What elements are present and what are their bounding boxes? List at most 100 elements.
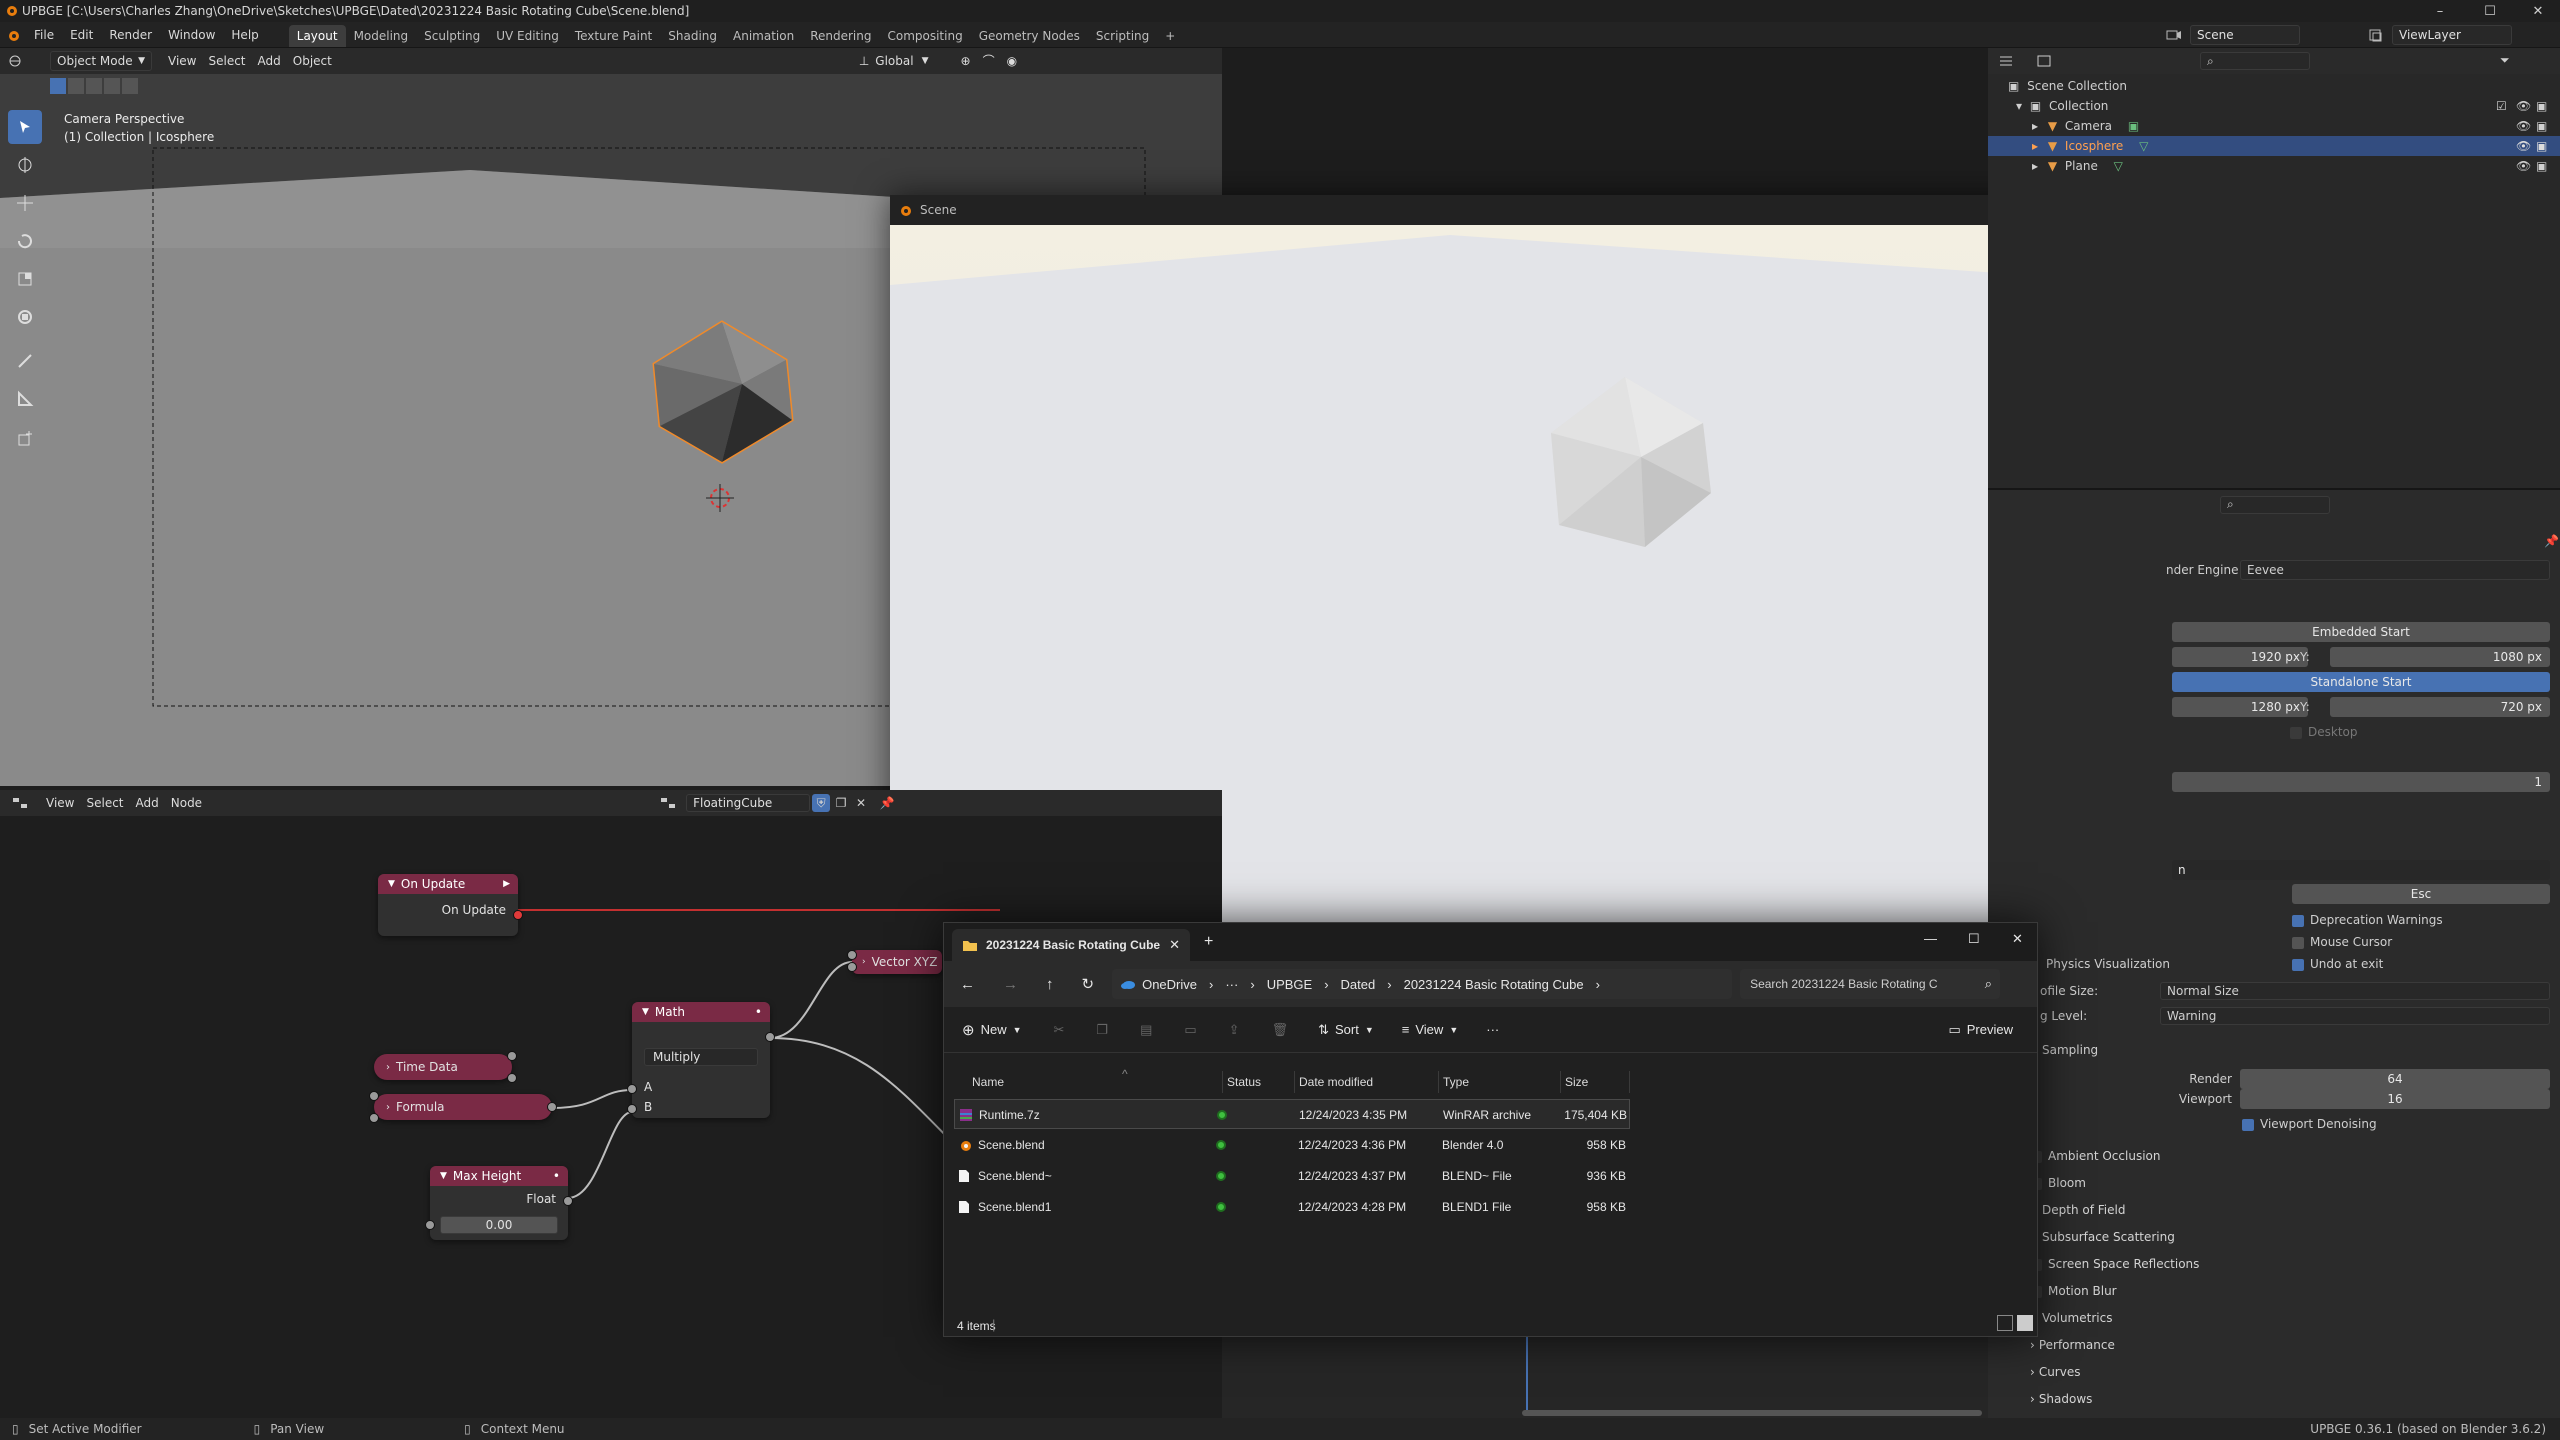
eye-icon[interactable]: 👁: [2516, 136, 2531, 156]
breadcrumb-onedrive[interactable]: OneDrive: [1142, 977, 1197, 992]
output-socket[interactable]: [513, 910, 523, 920]
eye-icon[interactable]: 👁: [2516, 96, 2531, 116]
render-samples-field[interactable]: 64: [2240, 1069, 2550, 1089]
workspace-tab-sculpting[interactable]: Sculpting: [416, 25, 488, 47]
pivot-point-icon[interactable]: ⊕: [955, 51, 977, 71]
input-socket-b[interactable]: [627, 1104, 637, 1114]
viewport-menu-view[interactable]: View: [162, 51, 202, 71]
exit-key-field[interactable]: Esc: [2292, 884, 2550, 904]
add-cube-tool[interactable]: [8, 422, 42, 456]
select-box-tool[interactable]: [8, 110, 42, 144]
render-engine-dropdown[interactable]: Eevee: [2240, 560, 2550, 580]
input-socket-a[interactable]: [627, 1084, 637, 1094]
filter-icon[interactable]: ⏷: [2500, 53, 2510, 68]
view-layer-name-field[interactable]: ViewLayer: [2392, 25, 2512, 45]
back-arrow-icon[interactable]: ←: [960, 976, 975, 993]
embedded-resolution-x-field[interactable]: 1920 px: [2172, 647, 2308, 667]
explorer-tab[interactable]: 20231224 Basic Rotating Cube ✕: [952, 929, 1190, 961]
collapse-icon[interactable]: ▼: [642, 1002, 649, 1022]
add-workspace-button[interactable]: +: [1157, 25, 1183, 47]
transform-orientation-dropdown[interactable]: ⊥ Global ▼: [853, 51, 935, 71]
copy-icon[interactable]: ❐: [1096, 1022, 1108, 1038]
select-extend-icon[interactable]: [68, 78, 84, 94]
panel-ambient-occlusion[interactable]: Ambient Occlusion: [2030, 1144, 2550, 1168]
share-icon[interactable]: ⇪: [1229, 1022, 1240, 1038]
panel-subsurface-scattering[interactable]: Subsurface Scattering: [2042, 1225, 2560, 1249]
collapse-icon[interactable]: ▼: [440, 1166, 447, 1186]
node-time-data[interactable]: › Time Data: [374, 1051, 517, 1083]
paste-icon[interactable]: ▤: [1140, 1022, 1152, 1038]
viewport-menu-select[interactable]: Select: [202, 51, 251, 71]
cut-icon[interactable]: ✂: [1054, 1022, 1065, 1038]
menu-help[interactable]: Help: [223, 22, 266, 48]
expand-arrow-icon[interactable]: ▸: [2032, 159, 2038, 173]
viewport-menu-object[interactable]: Object: [287, 51, 338, 71]
expand-icon[interactable]: ›: [386, 1102, 390, 1113]
measure-tool[interactable]: [8, 382, 42, 416]
math-operation-dropdown[interactable]: Multiply: [644, 1048, 758, 1066]
preview-button[interactable]: ▭ Preview: [1948, 1022, 2013, 1038]
refresh-icon[interactable]: ↻: [1082, 975, 1095, 993]
outliner-scene-collection[interactable]: ▣ Scene Collection: [1988, 76, 2560, 96]
panel-volumetrics[interactable]: Volumetrics: [2042, 1306, 2560, 1330]
camera-render-icon[interactable]: ▣: [2536, 136, 2547, 156]
node-header[interactable]: ▼ Max Height •: [430, 1166, 568, 1186]
scale-tool[interactable]: [8, 262, 42, 296]
file-row[interactable]: Scene.blend~ 12/24/2023 4:37 PM BLEND~ F…: [954, 1161, 1972, 1191]
blender-menu-icon[interactable]: [0, 22, 26, 48]
file-row[interactable]: Runtime.7z 12/24/2023 4:35 PM WinRAR arc…: [954, 1099, 1630, 1129]
desktop-checkbox[interactable]: Desktop: [2290, 722, 2358, 742]
select-invert-icon[interactable]: [104, 78, 120, 94]
workspace-tab-geometry-nodes[interactable]: Geometry Nodes: [971, 25, 1088, 47]
node-header[interactable]: ▼ On Update ▶: [378, 874, 518, 894]
transform-tool[interactable]: [8, 300, 42, 334]
select-new-icon[interactable]: [50, 78, 66, 94]
close-tab-icon[interactable]: ✕: [1169, 937, 1180, 953]
explorer-minimize-button[interactable]: —: [1924, 931, 1937, 946]
minimize-button[interactable]: –: [2420, 0, 2460, 22]
maximize-button[interactable]: ☐: [2470, 0, 2510, 22]
sampling-panel-header[interactable]: Sampling: [2042, 1040, 2098, 1060]
move-tool[interactable]: [8, 186, 42, 220]
tiles-view-icon[interactable]: [2017, 1315, 2033, 1331]
embedded-resolution-y-field[interactable]: 1080 px: [2330, 647, 2550, 667]
expand-icon[interactable]: ›: [862, 957, 866, 967]
properties-search-input[interactable]: ⌕: [2220, 496, 2330, 514]
panel-motion-blur[interactable]: Motion Blur: [2030, 1279, 2550, 1303]
view-layer-selector[interactable]: ViewLayer: [2368, 25, 2548, 45]
max-height-value-field[interactable]: 0.00: [440, 1216, 558, 1234]
panel-performance[interactable]: › Performance: [2030, 1333, 2550, 1357]
log-level-dropdown[interactable]: Warning: [2160, 1007, 2550, 1025]
output-socket[interactable]: [507, 1073, 517, 1083]
menu-file[interactable]: File: [26, 22, 62, 48]
standalone-start-button[interactable]: Standalone Start: [2172, 672, 2550, 692]
scene-name-field[interactable]: Scene: [2190, 25, 2300, 45]
input-socket[interactable]: [847, 962, 857, 972]
expand-icon[interactable]: ›: [386, 1062, 390, 1073]
panel-depth-of-field[interactable]: Depth of Field: [2042, 1198, 2560, 1222]
new-tab-button[interactable]: +: [1204, 933, 1213, 951]
standalone-resolution-x-field[interactable]: 1280 px: [2172, 697, 2308, 717]
file-row[interactable]: Scene.blend 12/24/2023 4:36 PM Blender 4…: [954, 1130, 1972, 1160]
snap-icon[interactable]: ⌒: [977, 51, 1001, 71]
exit-key-dropdown[interactable]: n: [2172, 860, 2550, 880]
workspace-tab-shading[interactable]: Shading: [660, 25, 725, 47]
column-header-status[interactable]: Status: [1222, 1071, 1261, 1093]
output-socket[interactable]: [507, 1051, 517, 1061]
viewport-samples-field[interactable]: 16: [2240, 1089, 2550, 1109]
node-formula[interactable]: › Formula: [369, 1091, 557, 1123]
menu-edit[interactable]: Edit: [62, 22, 101, 48]
column-header-date-modified[interactable]: Date modified: [1294, 1071, 1373, 1093]
up-arrow-icon[interactable]: ↑: [1046, 976, 1054, 993]
node-vector-xyz[interactable]: › Vector XYZ: [847, 950, 942, 974]
workspace-tab-compositing[interactable]: Compositing: [879, 25, 970, 47]
select-subtract-icon[interactable]: [86, 78, 102, 94]
undo-at-exit-checkbox[interactable]: Undo at exit: [2292, 954, 2383, 974]
close-button[interactable]: ✕: [2518, 0, 2558, 22]
numeric-field[interactable]: 1: [2172, 772, 2550, 792]
rotate-tool[interactable]: [8, 224, 42, 258]
expand-arrow-icon[interactable]: ▸: [2032, 119, 2038, 133]
object-mode-dropdown[interactable]: Object Mode ▼: [50, 51, 152, 71]
mouse-cursor-checkbox[interactable]: Mouse Cursor: [2292, 932, 2392, 952]
outliner-item-icosphere[interactable]: ▸ ▼ Icosphere ▽ 👁 ▣: [1988, 136, 2560, 156]
